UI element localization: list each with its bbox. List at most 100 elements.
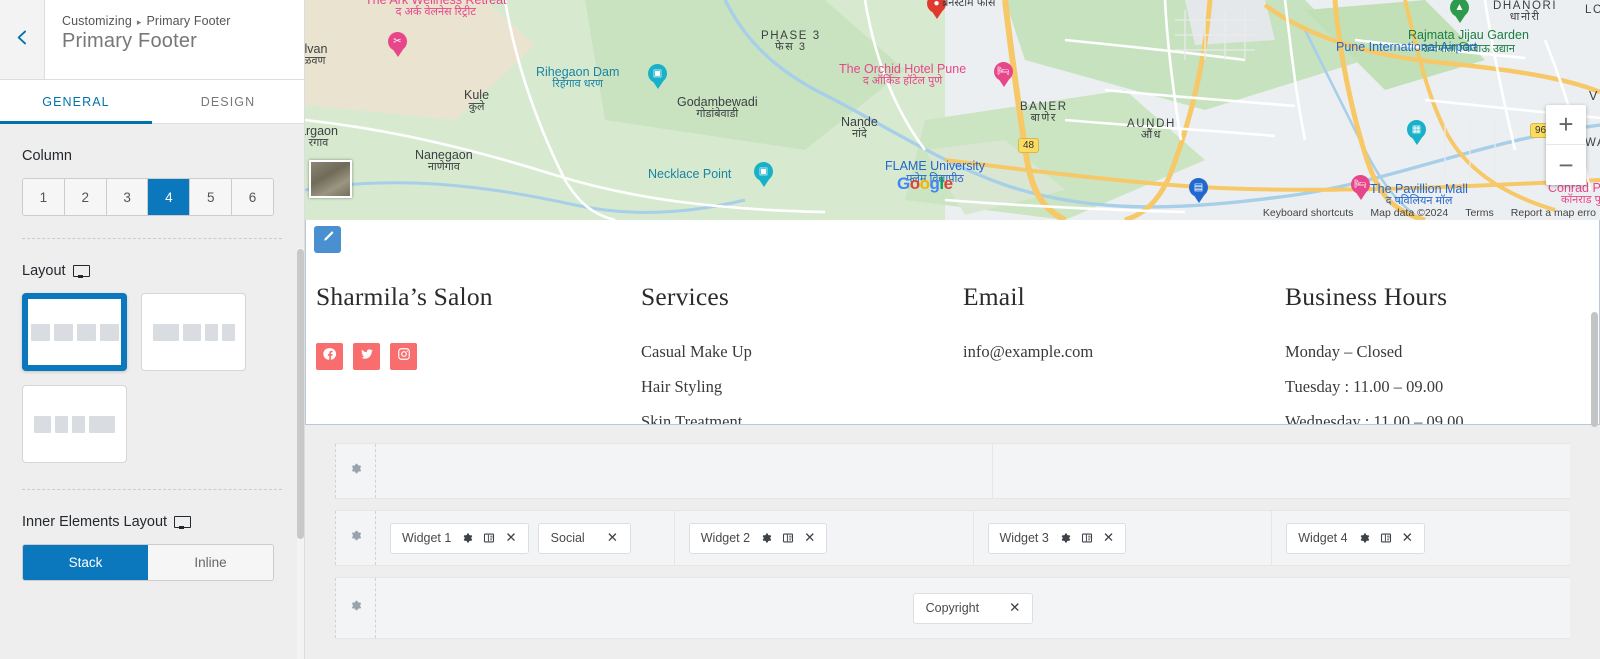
widget-label: Widget 3 [999,531,1049,545]
spa-icon: ✂ [393,36,402,47]
social-twitter-button[interactable] [353,343,380,370]
gear-icon[interactable] [461,532,473,544]
map-street-view-thumbnail[interactable] [309,160,352,198]
footer-heading: Services [641,282,729,311]
map-pin-necklace-point[interactable]: ▣ [754,162,773,188]
widget-item-social[interactable]: Social ✕ [537,522,632,554]
map-label-brainstorm-force: ब्रेनस्टॉर्म फोर्स [942,0,996,9]
column-option-6[interactable]: 6 [232,179,273,215]
layout-section: Layout [0,239,304,463]
close-icon[interactable]: ✕ [1402,531,1413,545]
map-pin-rihegaon-dam[interactable]: ▣ [648,64,667,90]
list-item[interactable]: info@example.com [963,342,1274,362]
builder-cell-2[interactable]: Widget 2 ✕ [675,511,974,565]
tab-design[interactable]: DESIGN [152,80,304,123]
builder-cell-copyright[interactable]: Copyright ✕ [376,578,1570,638]
widget-item-copyright[interactable]: Copyright ✕ [912,592,1034,624]
close-icon[interactable]: ✕ [804,531,815,545]
twitter-icon [360,347,374,366]
layout-option-full-width-mixed[interactable] [22,385,127,463]
social-facebook-button[interactable] [316,343,343,370]
map-pin-rajmata-jijau-garden[interactable]: ▲ [1450,0,1469,24]
widget-item-widget-3[interactable]: Widget 3 ✕ [987,522,1127,554]
inner-elements-section: Inner Elements Layout Stack Inline [0,490,304,581]
report-map-error-link[interactable]: Report a map erro [1511,207,1596,219]
builder-cell[interactable] [993,444,1570,498]
widget-item-widget-1[interactable]: Widget 1 ✕ [390,522,529,554]
map-embed[interactable]: ✂ ▣ ▣ ● 🛏 ▲ ✈ [305,0,1600,220]
list-item[interactable]: Casual Make Up [641,342,952,362]
list-item: Monday – Closed [1285,342,1403,361]
inner-layout-inline[interactable]: Inline [148,545,273,580]
footer-column-email: Email info@example.com [952,282,1274,424]
column-option-4[interactable]: 4 [148,179,191,215]
google-watermark: Google [897,174,953,193]
close-icon[interactable]: ✕ [505,531,516,545]
layout-label: Layout [22,263,282,279]
builder-cell-4[interactable]: Widget 4 ✕ [1272,511,1570,565]
map-label-the-pavillion-mall: The Pavillion Mall द पविलियन मॉल [1370,182,1468,208]
breadcrumb-root[interactable]: Customizing [62,14,132,28]
layout-icon[interactable] [1081,532,1093,544]
gear-icon [349,462,362,480]
breadcrumb-separator: ▸ [136,17,142,27]
sidebar-body: Column 1 2 3 4 5 6 Layout Inner Elements… [0,124,304,659]
map-pin-the-orchid-hotel-pune[interactable]: 🛏 [994,62,1013,88]
gear-icon[interactable] [1358,532,1370,544]
list-item[interactable]: Skin Treatment [641,412,952,424]
builder-cell-1[interactable]: Widget 1 ✕ Social ✕ [376,511,675,565]
builder-cell[interactable] [376,444,993,498]
facebook-icon [322,347,337,366]
row-settings-gear-button[interactable] [335,578,376,638]
hotel-icon: 🛏 [1354,179,1367,190]
map-pin-conrad-pune[interactable]: 🛏 [1351,175,1370,201]
keyboard-shortcuts-link[interactable]: Keyboard shortcuts [1263,207,1353,219]
widget-label: Copyright [925,601,980,615]
map-pin-the-pavillion-mall[interactable]: ▤ [1189,178,1208,204]
map-pin-aga-khan-palace[interactable]: ▦ [1407,120,1426,146]
map-label-wadgaon-sheri: WADGAON SHERIवडगाव शेरी [1585,137,1600,149]
sidebar-titles: Customizing ▸ Primary Footer Primary Foote… [45,0,231,79]
map-pin-the-ark-wellness-retreat[interactable]: ✂ [388,32,407,58]
zoom-out-button[interactable]: − [1546,145,1586,185]
preview-scrollbar[interactable] [1591,312,1598,427]
map-label-the-orchid-hotel-pune: The Orchid Hotel Pune द ऑर्किड हॉटेल पुणे [839,62,967,88]
tree-icon: ▲ [1454,2,1465,13]
sidebar-scrollbar[interactable] [297,249,304,539]
back-button[interactable] [0,0,45,79]
column-option-2[interactable]: 2 [64,179,107,215]
gear-icon[interactable] [760,532,772,544]
tab-general[interactable]: GENERAL [0,80,152,124]
social-instagram-button[interactable] [390,343,417,370]
inner-layout-stack[interactable]: Stack [23,545,148,580]
widget-item-widget-4[interactable]: Widget 4 ✕ [1286,522,1425,554]
terms-link[interactable]: Terms [1465,207,1494,219]
close-icon[interactable]: ✕ [1103,531,1114,545]
layout-option-boxed-mixed[interactable] [141,293,246,371]
row-settings-gear-button[interactable] [335,444,376,498]
list-item[interactable]: Hair Styling [641,377,952,397]
layout-icon[interactable] [483,532,495,544]
monitor-icon[interactable] [174,515,192,529]
inner-elements-label: Inner Elements Layout [22,514,282,530]
column-option-3[interactable]: 3 [106,179,149,215]
column-option-5[interactable]: 5 [190,179,233,215]
layout-option-full-width-equal[interactable] [22,293,127,371]
close-icon[interactable]: ✕ [607,531,618,545]
monitor-icon[interactable] [72,264,90,278]
gear-icon[interactable] [1059,532,1071,544]
row-settings-gear-button[interactable] [335,511,376,565]
widget-item-widget-2[interactable]: Widget 2 ✕ [688,522,828,554]
layout-icon[interactable] [782,532,794,544]
zoom-in-button[interactable]: + [1546,105,1586,145]
edit-footer-button[interactable] [314,226,341,253]
inner-elements-toggle: Stack Inline [22,544,274,581]
close-icon[interactable]: ✕ [1009,601,1020,615]
column-option-1[interactable]: 1 [23,179,65,215]
photo-icon: ▣ [758,166,769,177]
map-label-conrad-pune: Conrad Puneकॉनराड पुणे [1548,181,1600,207]
builder-cell-3[interactable]: Widget 3 ✕ [974,511,1273,565]
layout-icon[interactable] [1380,532,1392,544]
customizer-sidebar: Customizing ▸ Primary Footer Primary Foote… [0,0,305,659]
layout-thumb-preview [30,302,119,362]
